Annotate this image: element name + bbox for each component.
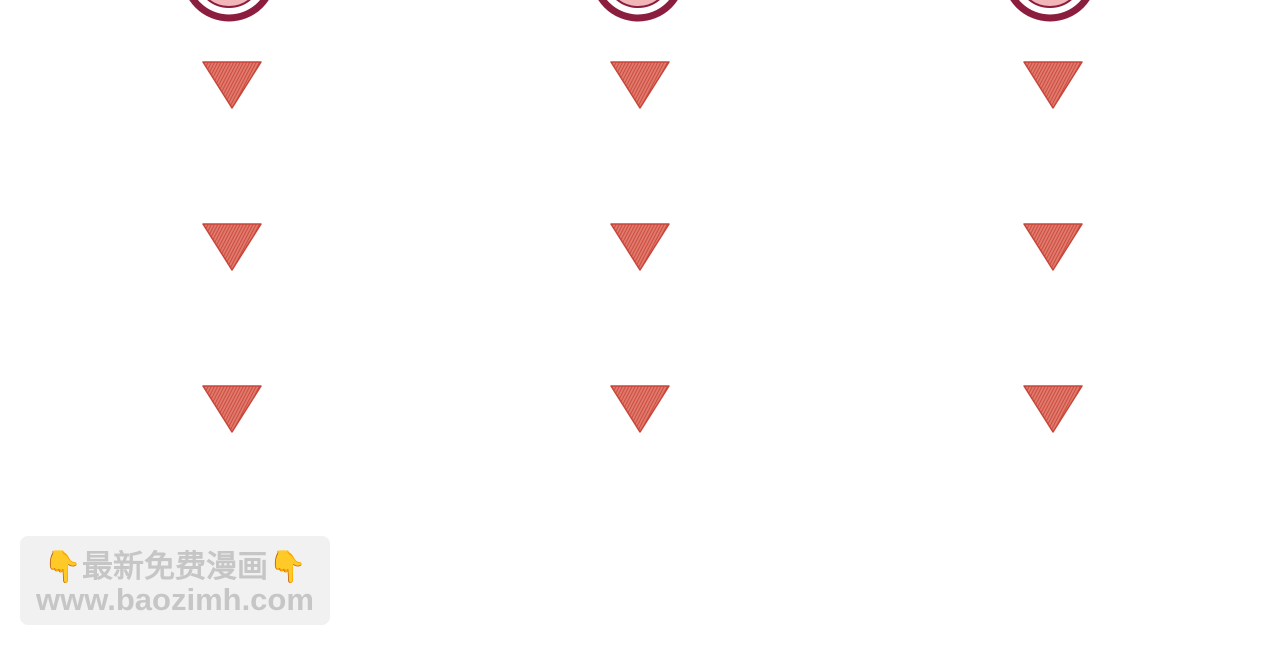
down-arrow-triangle-icon — [609, 384, 671, 434]
watermark-url: www.baozimh.com — [36, 582, 314, 617]
down-arrow-triangle-icon — [201, 60, 263, 110]
circle-badge-icon — [590, 0, 686, 26]
down-arrow-triangle-icon — [1022, 222, 1084, 272]
down-arrow-triangle-icon — [1022, 384, 1084, 434]
down-arrow-triangle-icon — [201, 222, 263, 272]
circle-badge-icon — [181, 0, 277, 26]
down-arrow-triangle-icon — [1022, 60, 1084, 110]
down-arrow-triangle-icon — [201, 384, 263, 434]
watermark-badge: 👇最新免费漫画👇 www.baozimh.com — [20, 536, 330, 625]
down-arrow-triangle-icon — [609, 60, 671, 110]
circle-badge-icon — [1002, 0, 1098, 26]
down-arrow-triangle-icon — [609, 222, 671, 272]
